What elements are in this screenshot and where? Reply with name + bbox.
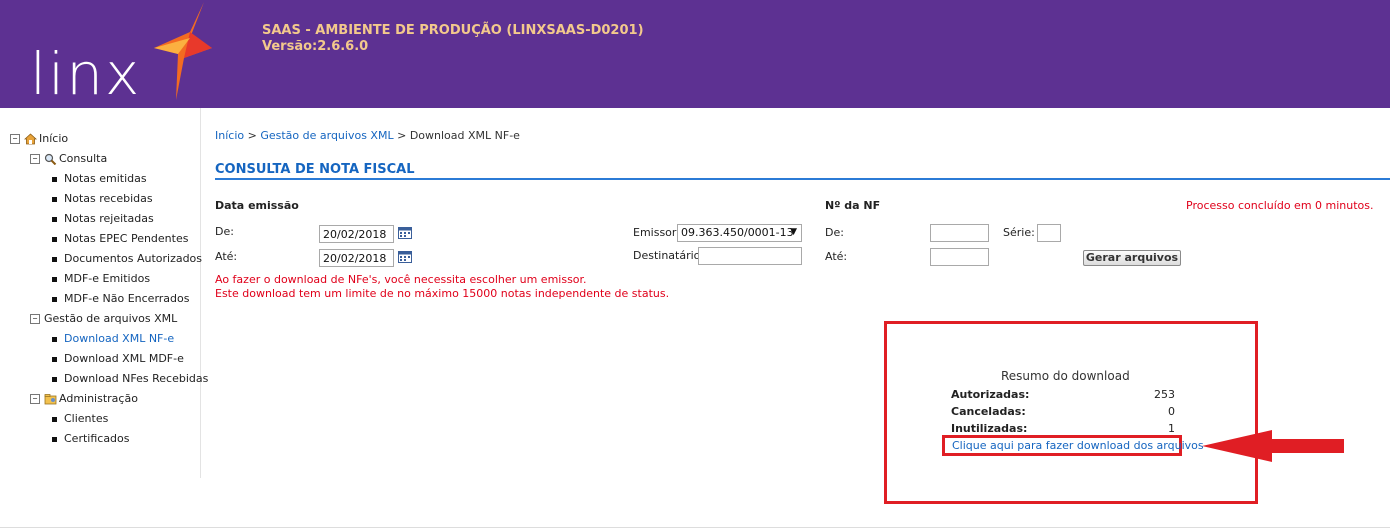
footer-divider — [0, 527, 1390, 528]
bullet-icon — [52, 216, 57, 222]
pointer-arrow-icon — [1202, 430, 1344, 462]
autorizadas-value: 253 — [1154, 388, 1175, 401]
app-version: Versão:2.6.6.0 — [262, 39, 369, 54]
emissor-selected-value: 09.363.450/0001-13 — [681, 226, 794, 239]
sidebar-item-mdfe-nao-encerrados[interactable]: MDF-e Não Encerrados — [52, 289, 190, 309]
sidebar-item-download-nfes-recebidas[interactable]: Download NFes Recebidas — [52, 369, 208, 389]
dropdown-arrow-icon: ▼ — [790, 227, 797, 237]
sidebar-item-clientes[interactable]: Clientes — [52, 409, 108, 429]
breadcrumb-home-link[interactable]: Início — [215, 129, 244, 142]
sidebar-item-documentos-autorizados[interactable]: Documentos Autorizados — [52, 249, 202, 269]
serie-input[interactable] — [1037, 224, 1061, 242]
gerar-arquivos-button[interactable]: Gerar arquivos — [1083, 250, 1181, 266]
nf-from-input[interactable] — [930, 224, 989, 242]
magnifier-icon — [44, 153, 57, 165]
bullet-icon — [52, 336, 57, 342]
page-title: CONSULTA DE NOTA FISCAL — [215, 162, 415, 177]
autorizadas-label: Autorizadas: — [951, 388, 1030, 401]
admin-folder-icon — [44, 394, 57, 405]
sidebar-item-download-xml-nfe[interactable]: Download XML NF-e — [52, 329, 174, 349]
tree-node-consulta[interactable]: − Consulta — [30, 149, 107, 169]
collapse-toggle[interactable]: − — [30, 154, 40, 164]
sidebar-item-label: Download NFes Recebidas — [64, 372, 209, 385]
download-files-link[interactable]: Clique aqui para fazer download dos arqu… — [952, 439, 1204, 452]
environment-title: SAAS - AMBIENTE DE PRODUÇÃO (LINXSAAS-D0… — [262, 23, 644, 38]
tree-node-administracao[interactable]: − Administração — [30, 389, 138, 409]
breadcrumb-separator: > — [393, 129, 410, 142]
summary-title: Resumo do download — [1001, 369, 1130, 383]
logo-text: linx — [30, 40, 142, 108]
sidebar-item-label: Clientes — [64, 412, 109, 425]
tree-label: Gestão de arquivos XML — [44, 312, 178, 325]
nf-to-input[interactable] — [930, 248, 989, 266]
bullet-icon — [52, 276, 57, 282]
emissor-label: Emissor: — [633, 226, 680, 239]
inutilizadas-label: Inutilizadas: — [951, 422, 1028, 435]
limit-warning: Este download tem um limite de no máximo… — [215, 287, 670, 300]
sidebar-item-label: Download XML MDF-e — [64, 352, 184, 365]
sidebar-item-label: Notas recebidas — [64, 192, 153, 205]
canceladas-value: 0 — [1168, 405, 1175, 418]
breadcrumb-section-link[interactable]: Gestão de arquivos XML — [260, 129, 393, 142]
title-divider — [215, 178, 1390, 180]
breadcrumb-separator: > — [244, 129, 261, 142]
calendar-icon[interactable] — [398, 251, 412, 263]
breadcrumb-current: Download XML NF-e — [409, 129, 520, 142]
date-to-label: Até: — [215, 250, 238, 263]
bullet-icon — [52, 256, 57, 262]
sidebar-item-label: MDF-e Não Encerrados — [64, 292, 190, 305]
canceladas-label: Canceladas: — [951, 405, 1026, 418]
inutilizadas-value: 1 — [1168, 422, 1175, 435]
status-message: Processo concluído em 0 minutos. — [1186, 199, 1374, 212]
bullet-icon — [52, 376, 57, 382]
highlight-box — [884, 321, 1258, 504]
sidebar-item-label: Notas emitidas — [64, 172, 147, 185]
nf-number-label: Nº da NF — [825, 199, 881, 212]
sidebar-item-certificados[interactable]: Certificados — [52, 429, 130, 449]
tree-node-gestao-xml[interactable]: − Gestão de arquivos XML — [30, 309, 177, 329]
destinatario-label: Destinatário: — [633, 249, 705, 262]
destinatario-input[interactable] — [698, 247, 802, 265]
collapse-toggle[interactable]: − — [30, 394, 40, 404]
sidebar-item-label: Documentos Autorizados — [64, 252, 203, 265]
breadcrumb: Início > Gestão de arquivos XML > Downlo… — [215, 129, 520, 142]
bullet-icon — [52, 196, 57, 202]
emissor-select[interactable]: 09.363.450/0001-13 ▼ — [677, 224, 802, 242]
calendar-icon[interactable] — [398, 227, 412, 239]
sidebar-item-label: Download XML NF-e — [64, 332, 175, 345]
sidebar-item-label: Notas EPEC Pendentes — [64, 232, 189, 245]
tree-label: Início — [39, 132, 69, 145]
emissor-warning: Ao fazer o download de NFe's, você neces… — [215, 273, 587, 286]
collapse-toggle[interactable]: − — [30, 314, 40, 324]
bullet-icon — [52, 236, 57, 242]
serie-label: Série: — [1003, 226, 1035, 239]
date-to-input[interactable] — [319, 249, 394, 267]
sidebar-item-mdfe-emitidos[interactable]: MDF-e Emitidos — [52, 269, 150, 289]
tree-label: Administração — [59, 392, 138, 405]
bullet-icon — [52, 436, 57, 442]
collapse-toggle[interactable]: − — [10, 134, 20, 144]
sidebar-item-notas-recebidas[interactable]: Notas recebidas — [52, 189, 153, 209]
app-header: linx SAAS - AMBIENTE DE PRODUÇÃO (LINXSA… — [0, 0, 1390, 108]
bullet-icon — [52, 176, 57, 182]
sidebar-item-label: Notas rejeitadas — [64, 212, 154, 225]
date-from-label: De: — [215, 225, 234, 238]
nf-to-label: Até: — [825, 250, 848, 263]
sidebar-item-notas-rejeitadas[interactable]: Notas rejeitadas — [52, 209, 154, 229]
bullet-icon — [52, 296, 57, 302]
tree-node-inicio[interactable]: − Início — [10, 129, 68, 149]
bullet-icon — [52, 416, 57, 422]
bullet-icon — [52, 356, 57, 362]
sidebar-item-download-xml-mdfe[interactable]: Download XML MDF-e — [52, 349, 184, 369]
sidebar-item-notas-emitidas[interactable]: Notas emitidas — [52, 169, 147, 189]
sidebar-item-label: Certificados — [64, 432, 130, 445]
date-from-input[interactable] — [319, 225, 394, 243]
tree-label: Consulta — [59, 152, 108, 165]
home-icon — [24, 133, 37, 145]
linx-logo[interactable]: linx — [26, 0, 216, 108]
data-emissao-label: Data emissão — [215, 199, 299, 212]
sidebar-item-label: MDF-e Emitidos — [64, 272, 151, 285]
nf-from-label: De: — [825, 226, 844, 239]
sidebar-item-notas-epec[interactable]: Notas EPEC Pendentes — [52, 229, 188, 249]
